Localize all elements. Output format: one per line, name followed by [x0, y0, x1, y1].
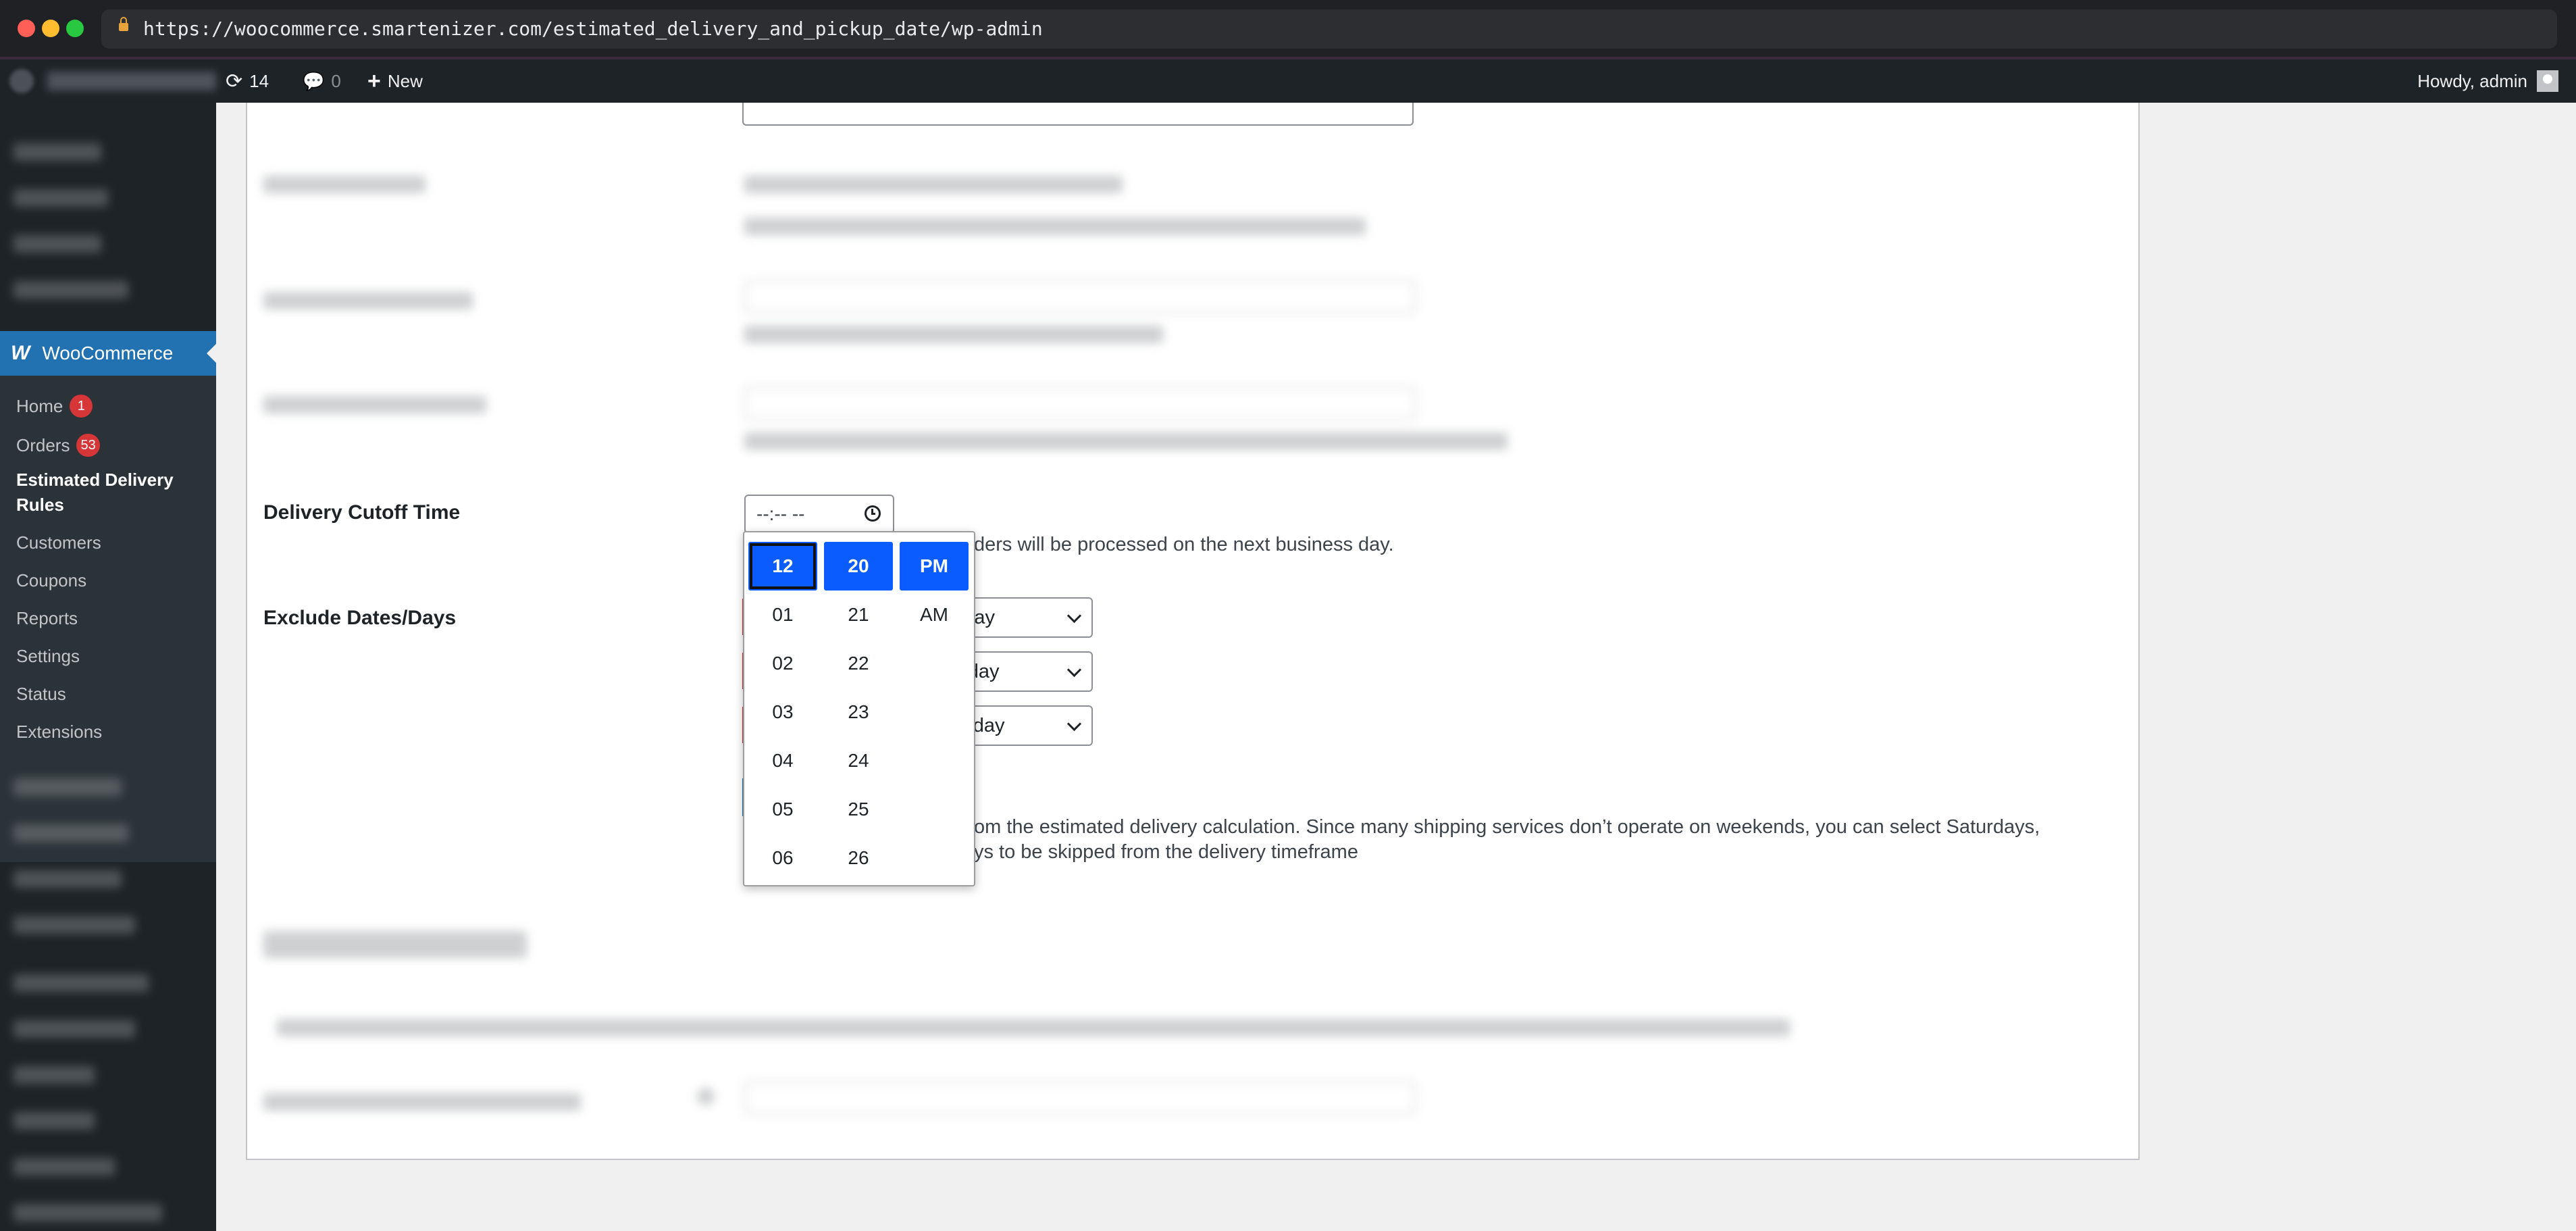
sidebar-item-reports[interactable]: Reports [16, 608, 78, 629]
hour-column: 12 01 02 03 04 05 06 [748, 542, 817, 882]
minute-option[interactable]: 23 [824, 688, 893, 736]
sidebar-item-settings[interactable]: Settings [16, 646, 80, 667]
top-text-field[interactable] [742, 103, 1414, 126]
address-bar[interactable]: https://woocommerce.smartenizer.com/esti… [101, 9, 2557, 49]
sidebar-item-orders[interactable]: Orders 53 [16, 434, 100, 457]
plus-icon: + [367, 68, 381, 94]
time-picker-popup: 12 01 02 03 04 05 06 20 21 22 23 24 25 2… [743, 531, 975, 886]
exclude-days-label: Exclude Dates/Days [263, 607, 457, 629]
updates-link[interactable]: ⟳ 14 [226, 59, 269, 103]
hour-option[interactable]: 01 [748, 591, 817, 639]
woocommerce-icon: W [11, 342, 30, 364]
url-text: https://woocommerce.smartenizer.com/esti… [143, 18, 1043, 40]
window-minimize-button[interactable] [42, 20, 59, 37]
sidebar-item-label: Extensions [16, 722, 103, 742]
wordpress-logo-icon[interactable] [9, 69, 34, 93]
orders-badge: 53 [76, 434, 100, 457]
sidebar-item-label: Estimated Delivery Rules [16, 470, 174, 515]
hour-option[interactable]: 03 [748, 688, 817, 736]
clock-icon[interactable] [865, 505, 881, 522]
chevron-down-icon [1066, 608, 1082, 624]
minute-option[interactable]: 22 [824, 639, 893, 688]
sidebar-item-customers[interactable]: Customers [16, 532, 101, 553]
comments-link[interactable]: 💬 0 [303, 59, 341, 103]
sidebar-item-status[interactable]: Status [16, 684, 66, 705]
cutoff-time-input[interactable]: --:-- -- [744, 495, 894, 534]
chevron-down-icon [1066, 662, 1082, 678]
current-menu-arrow [207, 344, 216, 363]
period-option[interactable]: AM [900, 591, 969, 639]
hour-option[interactable]: 12 [748, 542, 817, 591]
avatar [2537, 70, 2558, 92]
sidebar-item-label: Coupons [16, 570, 87, 591]
window-maximize-button[interactable] [66, 20, 84, 37]
sidebar-item-label: Reports [16, 608, 78, 628]
period-column: PM AM [900, 542, 969, 639]
hour-option[interactable]: 04 [748, 736, 817, 785]
window-close-button[interactable] [18, 20, 35, 37]
sidebar-item-extensions[interactable]: Extensions [16, 722, 102, 743]
new-content-link[interactable]: + New [367, 59, 423, 103]
sidebar-item-coupons[interactable]: Coupons [16, 570, 86, 591]
cutoff-time-label: Delivery Cutoff Time [263, 501, 461, 524]
account-menu[interactable]: Howdy, admin [2417, 59, 2558, 103]
sidebar-item-estimated-delivery-rules[interactable]: Estimated Delivery Rules [16, 468, 192, 518]
admin-sidebar: W WooCommerce Home 1 Orders 53 Estimated… [0, 103, 216, 1231]
sidebar-item-label: Settings [16, 646, 80, 666]
comment-icon: 💬 [303, 70, 325, 91]
site-name-link[interactable] [47, 72, 216, 91]
sidebar-item-home[interactable]: Home 1 [16, 395, 93, 418]
sidebar-item-label: Home [16, 395, 63, 416]
minute-column: 20 21 22 23 24 25 26 [824, 542, 893, 882]
minute-option[interactable]: 26 [824, 834, 893, 882]
woocommerce-menu[interactable]: W WooCommerce [0, 331, 216, 376]
howdy-text: Howdy, admin [2417, 70, 2527, 91]
hour-option[interactable]: 06 [748, 834, 817, 882]
cutoff-time-description: ders will be processed on the next busin… [974, 534, 1394, 555]
exclude-days-description-line1: om the estimated delivery calculation. S… [974, 816, 2040, 838]
wp-admin-bar: ⟳ 14 💬 0 + New Howdy, admin [0, 59, 2576, 103]
chevron-down-icon [1066, 716, 1082, 732]
exclude-days-description-line2: ys to be skipped from the delivery timef… [974, 841, 1358, 863]
period-option[interactable]: PM [900, 542, 969, 591]
hour-option[interactable]: 02 [748, 639, 817, 688]
sidebar-item-label: Customers [16, 532, 101, 553]
sidebar-item-label: Orders [16, 434, 70, 455]
minute-option[interactable]: 24 [824, 736, 893, 785]
woocommerce-label: WooCommerce [42, 343, 174, 363]
comments-count: 0 [331, 70, 341, 91]
lock-icon [119, 17, 128, 31]
updates-count: 14 [249, 70, 269, 91]
sidebar-item-label: Status [16, 684, 66, 704]
minute-option[interactable]: 20 [824, 542, 893, 591]
minute-option[interactable]: 25 [824, 785, 893, 834]
browser-chrome: https://woocommerce.smartenizer.com/esti… [0, 0, 2576, 59]
new-label: New [387, 70, 423, 91]
settings-panel: Delivery Cutoff Time --:-- -- ders will … [246, 103, 2140, 1160]
refresh-icon: ⟳ [226, 70, 243, 93]
minute-option[interactable]: 21 [824, 591, 893, 639]
cutoff-time-value: --:-- -- [756, 503, 805, 524]
home-badge: 1 [70, 395, 93, 418]
hour-option[interactable]: 05 [748, 785, 817, 834]
